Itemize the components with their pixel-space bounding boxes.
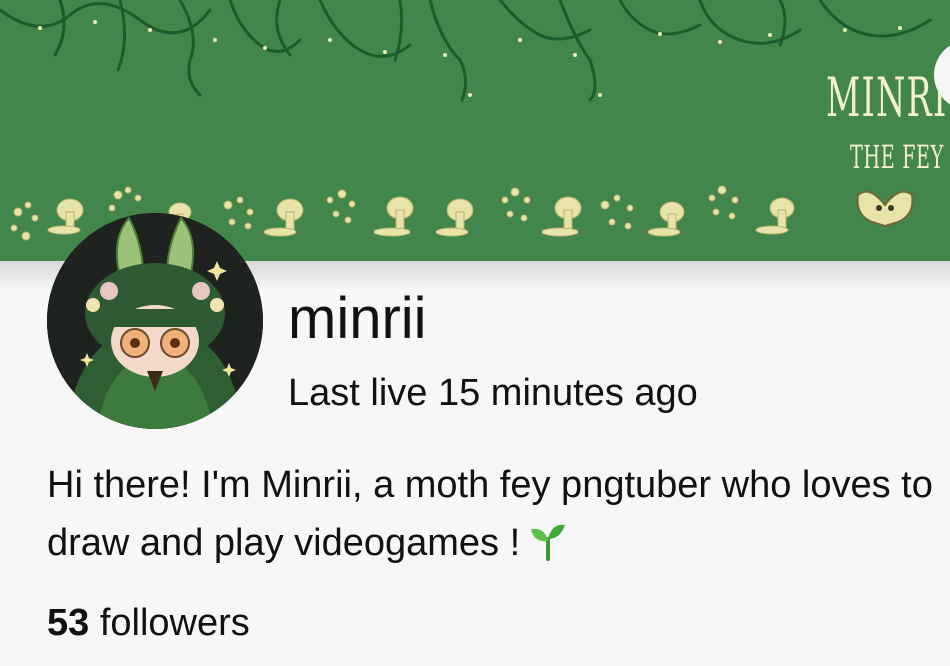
sprout-icon xyxy=(528,520,568,578)
avatar[interactable] xyxy=(47,213,263,429)
channel-bio: Hi there! I'm Minrii, a moth fey pngtube… xyxy=(47,456,937,578)
followers-number: 53 xyxy=(47,602,90,644)
last-live-status: Last live 15 minutes ago xyxy=(288,372,698,414)
followers-label: followers xyxy=(99,602,250,644)
channel-display-name: minrii xyxy=(288,286,427,351)
bio-text: Hi there! I'm Minrii, a moth fey pngtube… xyxy=(47,464,933,564)
banner-subtitle: THE FEY xyxy=(850,138,944,176)
avatar-illustration xyxy=(47,213,263,429)
followers-count[interactable]: 53 followers xyxy=(47,600,250,646)
banner-title: MINRI xyxy=(826,66,948,129)
moth-icon xyxy=(856,190,914,228)
